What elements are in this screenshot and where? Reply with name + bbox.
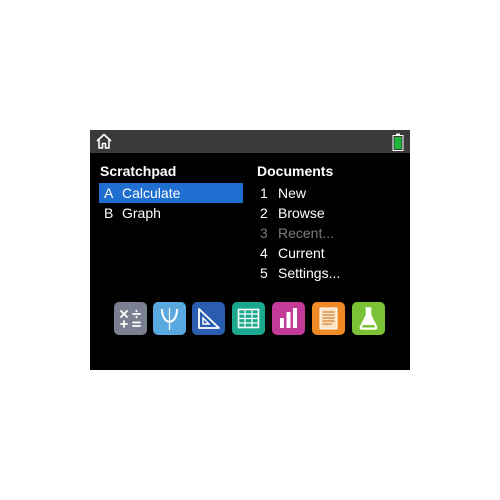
menu-label: Recent...	[278, 225, 335, 241]
home-screen: Scratchpad A Calculate B Graph Documents 1…	[90, 130, 410, 370]
menu-label: Graph	[122, 205, 161, 221]
menu-key: A	[104, 185, 114, 201]
documents-item-recent: 3 Recent...	[260, 223, 390, 243]
documents-item-current[interactable]: 4 Current	[260, 243, 390, 263]
menu-key: 5	[260, 265, 268, 281]
data-statistics-icon[interactable]	[272, 302, 305, 335]
menu-key: 2	[260, 205, 268, 221]
geometry-icon[interactable]	[192, 302, 225, 335]
graphs-icon[interactable]	[153, 302, 186, 335]
menu-key: 1	[260, 185, 268, 201]
menu-key: 3	[260, 225, 268, 241]
menu-key: 4	[260, 245, 268, 261]
menu-key: B	[104, 205, 114, 221]
documents-heading: Documents	[257, 163, 334, 179]
lists-spreadsheet-icon[interactable]	[232, 302, 265, 335]
menu-label: New	[278, 185, 307, 201]
vernier-dataquest-icon[interactable]	[352, 302, 385, 335]
menu-label: Settings...	[278, 265, 341, 281]
scratchpad-item-graph[interactable]: B Graph	[99, 203, 243, 223]
scratchpad-heading: Scratchpad	[100, 163, 177, 179]
menu-label: Browse	[278, 205, 325, 221]
notes-icon[interactable]	[312, 302, 345, 335]
documents-item-new[interactable]: 1 New	[260, 183, 390, 203]
documents-item-settings[interactable]: 5 Settings...	[260, 263, 390, 283]
menu-label: Current	[278, 245, 325, 261]
status-bar	[90, 130, 410, 153]
battery-icon	[392, 133, 404, 151]
menu-label: Calculate	[122, 185, 181, 201]
calculator-icon[interactable]	[114, 302, 147, 335]
documents-item-browse[interactable]: 2 Browse	[260, 203, 390, 223]
scratchpad-item-calculate[interactable]: A Calculate	[99, 183, 243, 203]
home-icon[interactable]	[95, 132, 113, 150]
